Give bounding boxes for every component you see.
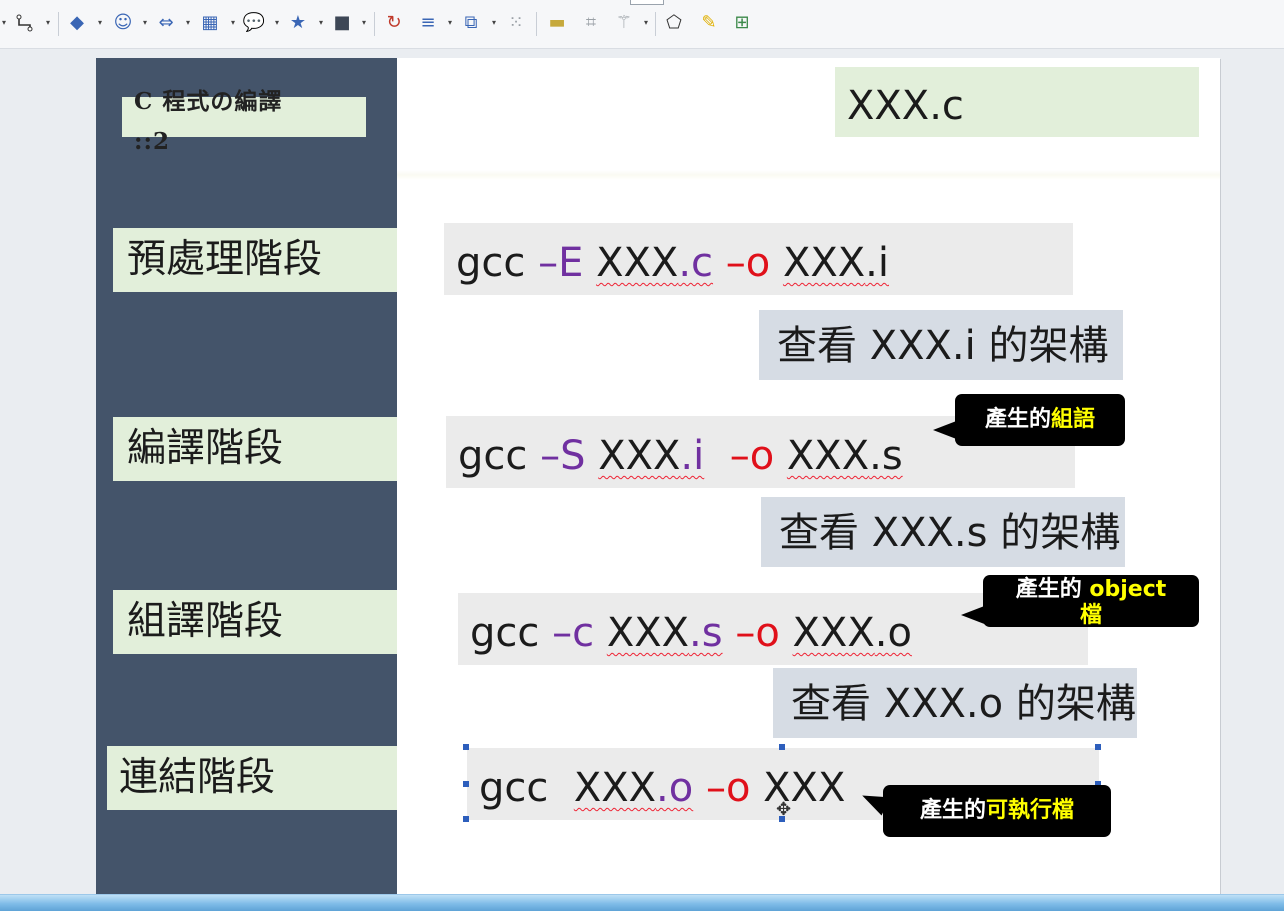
points-icon[interactable]: ⬠ — [663, 12, 685, 34]
selection-handle[interactable] — [779, 744, 785, 750]
flowchart-icon[interactable]: ▦ — [199, 12, 221, 34]
view-structure-i[interactable]: 查看 XXX.i 的架構 — [759, 310, 1123, 380]
gcc-text: gcc — [479, 765, 549, 811]
distribute-icon[interactable]: ⁙ — [505, 12, 527, 34]
output-file: XXX.i — [782, 240, 889, 286]
command-preprocess[interactable]: gcc –E XXX.c –o XXX.i — [444, 223, 1073, 295]
rotate-icon[interactable]: ↻ — [383, 12, 405, 34]
3d-object-icon[interactable]: ■ — [331, 12, 353, 34]
callout-tail — [961, 605, 987, 625]
dropdown-arrow-icon[interactable]: ▾ — [2, 19, 8, 27]
move-cursor-icon: ✥ — [776, 799, 792, 820]
switch-flag: –E — [538, 240, 584, 286]
callout-link-output[interactable]: 產生的可執行檔 — [857, 785, 1111, 837]
input-file: XXX.o — [573, 765, 694, 811]
output-flag: –o — [729, 433, 775, 479]
view-structure-s[interactable]: 查看 XXX.s 的架構 — [761, 497, 1125, 567]
selection-handle[interactable] — [1095, 744, 1101, 750]
selection-handle[interactable] — [463, 816, 469, 822]
input-file: XXX.c — [596, 240, 714, 286]
smiley-icon[interactable]: ☺ — [112, 12, 134, 34]
dropdown-arrow-icon[interactable]: ▾ — [98, 19, 104, 27]
dropdown-arrow-icon[interactable]: ▾ — [492, 19, 498, 27]
dropdown-arrow-icon[interactable]: ▾ — [275, 19, 281, 27]
toolbar-separator — [536, 12, 537, 36]
dropdown-arrow-icon[interactable]: ▾ — [319, 19, 325, 27]
dropdown-arrow-icon[interactable]: ▾ — [644, 19, 650, 27]
output-flag: –o — [705, 765, 751, 811]
gcc-text: gcc — [458, 433, 528, 479]
star-icon[interactable]: ★ — [287, 12, 309, 34]
input-file: XXX.i — [598, 433, 705, 479]
callout-icon[interactable]: 💬 — [243, 12, 265, 34]
output-flag: –o — [735, 610, 780, 656]
drawing-toolbar: ▾ ▾ ◆ ▾ ☺ ▾ ⇔ ▾ ▦ ▾ 💬 ▾ ★ ▾ ■ ▾ ↻ ≡ ▾ ⧉ … — [0, 0, 1284, 49]
stage-label-compile[interactable]: 編譯階段 — [113, 417, 397, 481]
gcc-text: gcc — [470, 610, 540, 656]
dropdown-arrow-icon[interactable]: ▾ — [231, 19, 237, 27]
taskbar[interactable] — [0, 894, 1284, 911]
toolbar-separator — [655, 12, 656, 36]
connector-icon[interactable] — [14, 12, 36, 34]
arrange-icon[interactable]: ⧉ — [460, 12, 482, 34]
selection-handle[interactable] — [463, 781, 469, 787]
stage-label-assemble[interactable]: 組譯階段 — [113, 590, 397, 654]
selection-handle[interactable] — [463, 744, 469, 750]
dropdown-arrow-icon[interactable]: ▾ — [46, 19, 52, 27]
dropdown-arrow-icon[interactable]: ▾ — [448, 19, 454, 27]
diamond-shape-icon[interactable]: ◆ — [66, 12, 88, 34]
input-file: XXX.s — [606, 610, 723, 656]
switch-flag: –S — [540, 433, 586, 479]
dropdown-arrow-icon[interactable]: ▾ — [362, 19, 368, 27]
insert-object-icon[interactable]: ⊞ — [731, 12, 753, 34]
stage-label-preprocess[interactable]: 預處理階段 — [113, 228, 397, 292]
align-icon[interactable]: ≡ — [417, 12, 439, 34]
source-file-label[interactable]: XXX.c — [835, 67, 1199, 137]
dropdown-arrow-icon[interactable]: ▾ — [186, 19, 192, 27]
filter-icon[interactable]: ⚚ — [613, 12, 635, 34]
slide-title[interactable]: C 程式の編譯 ::2 — [134, 82, 304, 162]
glue-icon[interactable]: ✎ — [698, 12, 720, 34]
output-flag: –o — [725, 240, 771, 286]
stage-label-link[interactable]: 連結階段 — [107, 746, 397, 810]
shadow-icon[interactable]: ▬ — [546, 12, 568, 34]
header-divider — [397, 170, 1220, 180]
switch-flag: –c — [552, 610, 595, 656]
gcc-text: gcc — [456, 240, 526, 286]
toolbar-separator — [58, 12, 59, 36]
slide-canvas[interactable]: C 程式の編譯 ::2 XXX.c 預處理階段 編譯階段 組譯階段 連結階段 g… — [96, 58, 1220, 894]
view-structure-o[interactable]: 查看 XXX.o 的架構 — [773, 668, 1137, 738]
toolbar-separator — [374, 12, 375, 36]
output-file: XXX.o — [792, 610, 912, 656]
callout-tail — [933, 420, 959, 440]
callout-compile-output[interactable]: 產生的組語 — [933, 394, 1125, 446]
double-arrow-icon[interactable]: ⇔ — [155, 12, 177, 34]
output-file: XXX.s — [786, 433, 903, 479]
crop-icon[interactable]: ⌗ — [580, 12, 602, 34]
toolbar-grip[interactable] — [630, 0, 664, 5]
dropdown-arrow-icon[interactable]: ▾ — [143, 19, 149, 27]
callout-assemble-output[interactable]: 產生的 object 檔 — [961, 575, 1199, 628]
